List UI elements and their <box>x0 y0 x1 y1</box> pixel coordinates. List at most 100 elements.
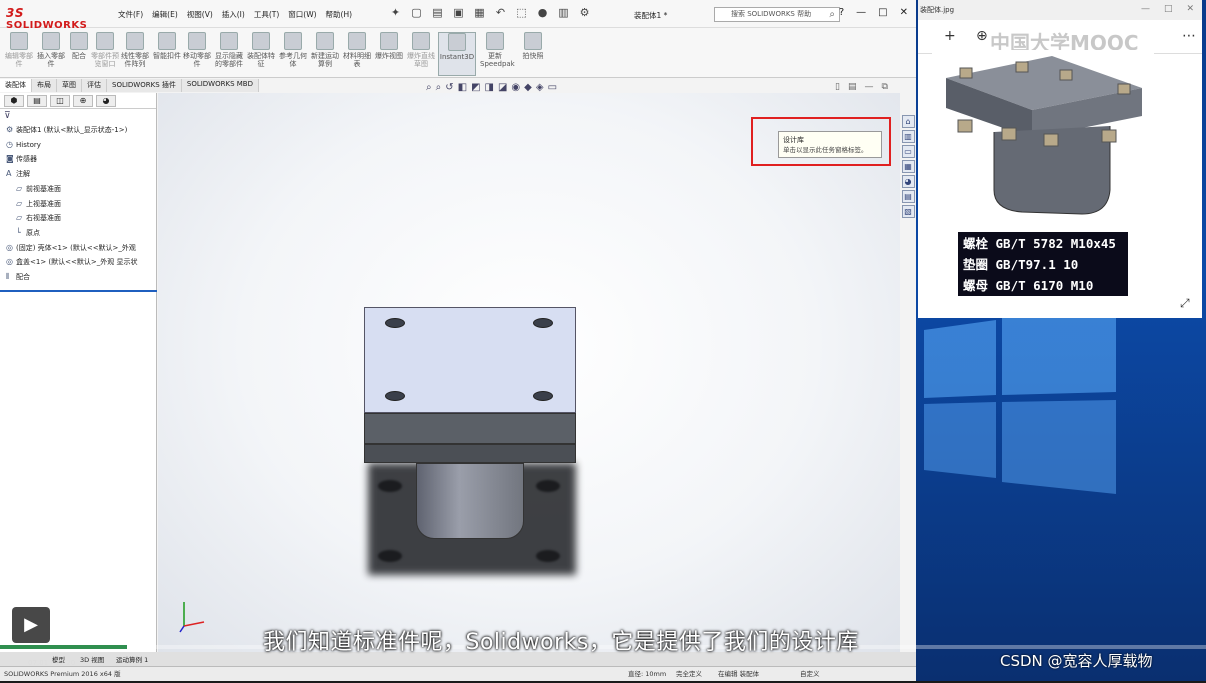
tree-item-housing[interactable]: ◎ (固定) 壳体<1> (默认<<默认>_外观 <box>0 241 156 256</box>
add-icon[interactable]: + <box>944 28 956 44</box>
property-manager-tab-icon[interactable]: ▤ <box>27 95 47 107</box>
display-style-icon[interactable]: ◪ <box>498 82 507 93</box>
view-settings-icon[interactable]: ▭ <box>548 82 557 93</box>
close-button[interactable]: ✕ <box>900 7 908 18</box>
solidworks-logo[interactable]: 3S SOLIDWORKS <box>6 6 100 31</box>
bill-of-materials-button[interactable]: 材料明细表 <box>342 32 372 68</box>
file-properties-icon[interactable]: ▥ <box>556 6 571 20</box>
menu-tools[interactable]: 工具(T) <box>254 9 279 20</box>
hide-show-items-icon[interactable]: ◉ <box>511 82 520 93</box>
select-icon[interactable]: ⬚ <box>514 6 529 20</box>
dynamic-annotation-icon[interactable]: ◩ <box>471 82 480 93</box>
display-manager-tab-icon[interactable]: ◕ <box>96 95 116 107</box>
move-component-button[interactable]: 移动零部件 <box>182 32 212 68</box>
more-icon[interactable]: ⋯ <box>1182 28 1196 44</box>
instant3d-button[interactable]: Instant3D <box>438 32 476 76</box>
close-icon[interactable]: ✕ <box>1186 4 1194 14</box>
search-icon[interactable]: ⌕ <box>829 8 835 21</box>
tree-item-history[interactable]: ◷ History <box>0 138 156 153</box>
housing-body[interactable] <box>416 463 524 539</box>
maximize-button[interactable]: □ <box>878 7 887 18</box>
exploded-view-button[interactable]: 爆炸视图 <box>374 32 404 60</box>
minimize-icon[interactable]: — <box>1141 4 1150 14</box>
viewport-tile-icon[interactable]: ▤ <box>848 82 857 92</box>
section-view-icon[interactable]: ◧ <box>458 82 467 93</box>
component-preview-button[interactable]: 零部件预览窗口 <box>90 32 120 68</box>
tab-3d-views[interactable]: 3D 视图 <box>80 654 104 664</box>
new-document-icon[interactable]: ▢ <box>409 6 424 20</box>
bolt-hole[interactable] <box>533 318 553 328</box>
design-library-icon[interactable]: ▥ <box>901 130 915 143</box>
forum-icon[interactable]: ▧ <box>901 205 915 218</box>
zoom-in-icon[interactable]: ⊕ <box>976 28 988 44</box>
housing-flange[interactable] <box>364 444 576 463</box>
custom-properties-icon[interactable]: ▤ <box>901 190 915 203</box>
tree-item-top-plane[interactable]: ▱ 上视基准面 <box>0 197 156 212</box>
bolt-hole[interactable] <box>385 318 405 328</box>
help-search-input[interactable]: 搜索 SOLIDWORKS 帮助 ⌕ <box>714 7 840 22</box>
rebuild-icon[interactable]: ● <box>535 6 550 20</box>
options-icon[interactable]: ⚙ <box>577 6 592 20</box>
tree-item-origin[interactable]: └ 原点 <box>0 226 156 241</box>
expand-icon[interactable]: ⤢ <box>1180 296 1190 311</box>
insert-component-button[interactable]: 插入零部件 <box>36 32 66 68</box>
reference-geometry-button[interactable]: 参考几何体 <box>278 32 308 68</box>
menu-help[interactable]: 帮助(H) <box>326 9 353 20</box>
tree-item-mates[interactable]: ⫴ 配合 <box>0 270 156 285</box>
play-button[interactable]: ▶ <box>12 607 50 643</box>
maximize-icon[interactable]: □ <box>1164 4 1173 14</box>
bolt-hole[interactable] <box>385 391 405 401</box>
edit-component-button[interactable]: 编辑零部件 <box>4 32 34 68</box>
cover-edge[interactable] <box>364 413 576 444</box>
update-speedpak-button[interactable]: 更新 Speedpak <box>480 32 515 68</box>
bolt-hole[interactable] <box>533 391 553 401</box>
tab-assembly[interactable]: 装配体 <box>0 79 32 92</box>
tree-item-right-plane[interactable]: ▱ 右视基准面 <box>0 211 156 226</box>
tab-sketch[interactable]: 草图 <box>57 79 82 92</box>
home-icon[interactable]: ⌂ <box>901 115 915 128</box>
tab-mbd[interactable]: SOLIDWORKS MBD <box>181 79 259 92</box>
zoom-to-fit-icon[interactable]: ⌕ <box>426 82 432 93</box>
linear-pattern-button[interactable]: 线性零部件阵列 <box>120 32 150 68</box>
smart-fasteners-button[interactable]: 智能扣件 <box>152 32 182 60</box>
viewport-maximize-icon[interactable]: ⧉ <box>881 82 887 92</box>
file-explorer-icon[interactable]: ▭ <box>901 145 915 158</box>
edit-appearance-icon[interactable]: ◆ <box>524 82 532 93</box>
scenes-icon[interactable]: ◈ <box>536 82 544 93</box>
dimxpert-tab-icon[interactable]: ⊕ <box>73 95 93 107</box>
open-icon[interactable]: ▤ <box>430 6 445 20</box>
take-snapshot-button[interactable]: 拍快照 <box>518 32 548 60</box>
new-motion-study-button[interactable]: 新建运动算例 <box>310 32 340 68</box>
tree-item-front-plane[interactable]: ▱ 前视基准面 <box>0 182 156 197</box>
menu-edit[interactable]: 编辑(E) <box>152 9 178 20</box>
appearances-icon[interactable]: ◕ <box>901 175 915 188</box>
tab-addins[interactable]: SOLIDWORKS 插件 <box>107 79 182 92</box>
viewport-restore-icon[interactable]: ▯ <box>835 82 840 92</box>
configuration-manager-tab-icon[interactable]: ◫ <box>50 95 70 107</box>
pin-icon[interactable]: ✦ <box>388 6 403 20</box>
menu-file[interactable]: 文件(F) <box>118 9 143 20</box>
assembly-features-button[interactable]: 装配体特征 <box>246 32 276 68</box>
previous-view-icon[interactable]: ↺ <box>445 82 453 93</box>
help-button[interactable]: ? <box>839 7 844 18</box>
tab-motion-study[interactable]: 运动算例 1 <box>116 654 148 664</box>
tab-layout[interactable]: 布局 <box>32 79 57 92</box>
view-orientation-icon[interactable]: ◨ <box>485 82 494 93</box>
filter-icon[interactable]: ⊽ <box>0 109 156 123</box>
tree-root[interactable]: ⚙ 装配体1 (默认<默认_显示状态-1>) <box>0 123 156 138</box>
tree-item-cover[interactable]: ◎ 盒盖<1> (默认<<默认>_外观 显示状 <box>0 255 156 270</box>
status-units[interactable]: 自定义 <box>800 667 820 681</box>
explode-line-sketch-button[interactable]: 爆炸直线草图 <box>406 32 436 68</box>
undo-icon[interactable]: ↶ <box>493 6 508 20</box>
print-icon[interactable]: ▦ <box>472 6 487 20</box>
tab-evaluate[interactable]: 评估 <box>82 79 107 92</box>
zoom-area-icon[interactable]: ⌕ <box>436 82 442 93</box>
tree-item-annotations[interactable]: A 注解 <box>0 167 156 182</box>
view-palette-icon[interactable]: ▦ <box>901 160 915 173</box>
tree-item-sensors[interactable]: ◙ 传感器 <box>0 152 156 167</box>
feature-manager-tab-icon[interactable]: ⬢ <box>4 95 24 107</box>
minimize-button[interactable]: — <box>856 7 866 18</box>
menu-window[interactable]: 窗口(W) <box>288 9 316 20</box>
viewport-minimize-icon[interactable]: — <box>864 82 873 92</box>
save-icon[interactable]: ▣ <box>451 6 466 20</box>
